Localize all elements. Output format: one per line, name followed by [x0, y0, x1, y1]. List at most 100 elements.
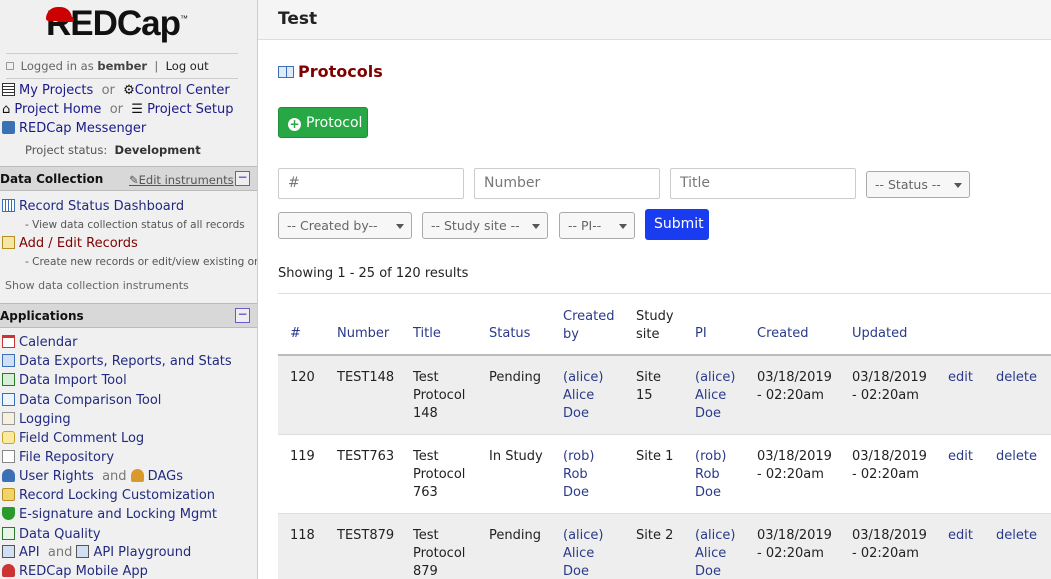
sidebar-item-add-edit-records[interactable]: Add / Edit Records — [2, 236, 138, 251]
cell-line: (alice) — [563, 370, 604, 385]
cell-num: 119 — [290, 449, 315, 464]
col-num[interactable]: # — [290, 326, 301, 341]
cell-line: Rob — [563, 467, 588, 482]
nav-row-1: My Projects or ⚙Control Center — [2, 83, 230, 98]
cell-updated: 03/18/2019 - 02:20am — [852, 527, 927, 563]
created-by-select[interactable]: -- Created by-- — [278, 212, 412, 239]
cell-delete-link[interactable]: delete — [996, 448, 1037, 466]
data-collection-header: Data Collection ✎Edit instruments − — [0, 166, 257, 191]
api-link[interactable]: API — [19, 545, 40, 560]
sidebar-item-data-exports[interactable]: Data Exports, Reports, and Stats — [2, 354, 232, 369]
submit-button[interactable]: Submit — [645, 209, 709, 240]
col-title[interactable]: Title — [413, 326, 441, 341]
messenger-link[interactable]: REDCap Messenger — [19, 121, 146, 136]
filter-number-input[interactable]: Number — [474, 168, 660, 199]
filter-num-input[interactable]: # — [278, 168, 464, 199]
sidebar-item-file-repository[interactable]: File Repository — [2, 450, 114, 465]
page-title: Protocols — [278, 62, 383, 81]
show-instruments-link[interactable]: Show data collection instruments — [5, 279, 189, 292]
cell-line: 03/18/2019 — [852, 528, 927, 543]
project-setup-link[interactable]: Project Setup — [147, 102, 233, 117]
grid-icon — [2, 199, 15, 212]
sidebar-item-api: API and API Playground — [2, 545, 191, 560]
sidebar-item-data-import[interactable]: Data Import Tool — [2, 373, 127, 388]
col-status[interactable]: Status — [489, 326, 530, 341]
import-icon — [2, 373, 15, 386]
my-projects-link[interactable]: My Projects — [19, 83, 93, 98]
cell-delete-link[interactable]: delete — [996, 527, 1037, 545]
gear-icon: ⚙ — [123, 83, 135, 98]
cell-number: TEST148 — [337, 370, 395, 385]
api-playground-link[interactable]: API Playground — [93, 545, 191, 560]
checklist-icon — [2, 527, 15, 540]
cell-line: Alice — [695, 388, 727, 403]
sidebar-item-logging[interactable]: Logging — [2, 412, 71, 427]
cell-line: Protocol — [413, 467, 466, 482]
sidebar-item-esignature[interactable]: E-signature and Locking Mgmt — [2, 507, 217, 522]
pi-select[interactable]: -- PI-- — [559, 212, 635, 239]
filter-title-input[interactable]: Title — [670, 168, 856, 199]
collapse-data-collection-button[interactable]: − — [235, 171, 250, 186]
cell-pi[interactable]: (rob) Rob Doe — [695, 448, 726, 502]
cell-number: TEST763 — [337, 449, 395, 464]
cell-num: 120 — [290, 370, 315, 385]
cell-title: Test Protocol 148 — [413, 369, 465, 423]
cell-created: 03/18/2019 - 02:20am — [757, 448, 832, 484]
cell-pi[interactable]: (alice) Alice Doe — [695, 369, 735, 423]
cell-created-by[interactable]: (rob) Rob Doe — [563, 448, 594, 502]
collapse-applications-button[interactable]: − — [235, 308, 250, 323]
sidebar-item-field-comment-log[interactable]: Field Comment Log — [2, 431, 144, 446]
cell-created-by[interactable]: (alice) Alice Doe — [563, 527, 603, 579]
edit-instruments-link[interactable]: ✎Edit instruments — [129, 173, 234, 187]
dags-link[interactable]: DAGs — [148, 469, 183, 484]
sidebar-item-user-rights: User Rights and DAGs — [2, 469, 183, 484]
cell-status: Pending — [489, 528, 541, 543]
cell-created-by[interactable]: (alice) Alice Doe — [563, 369, 603, 423]
col-pi[interactable]: PI — [695, 326, 707, 341]
cell-updated: 03/18/2019 - 02:20am — [852, 448, 927, 484]
chevron-down-icon — [396, 224, 404, 229]
cell-status: In Study — [489, 449, 543, 464]
col-created[interactable]: Created — [757, 326, 808, 341]
table-row: 119 TEST763 Test Protocol 763 In Study (rob) Ro… — [278, 435, 1051, 514]
cell-line: Alice — [563, 388, 595, 403]
add-protocol-button[interactable]: + Protocol — [278, 107, 368, 138]
control-center-link[interactable]: Control Center — [135, 83, 230, 98]
sidebar-item-data-comparison[interactable]: Data Comparison Tool — [2, 393, 161, 408]
project-home-link[interactable]: Project Home — [14, 102, 101, 117]
status-select[interactable]: -- Status -- — [866, 171, 970, 198]
col-number[interactable]: Number — [337, 326, 389, 341]
col-created-by[interactable]: Created by — [563, 308, 614, 344]
col-updated[interactable]: Updated — [852, 326, 907, 341]
sidebar-item-calendar[interactable]: Calendar — [2, 335, 77, 350]
cell-line: Test — [413, 449, 439, 464]
cell-number: TEST879 — [337, 528, 395, 543]
user-rights-link[interactable]: User Rights — [19, 469, 94, 484]
cell-line: - 02:20am — [852, 467, 919, 482]
cell-delete-link[interactable]: delete — [996, 369, 1037, 387]
cell-edit-link[interactable]: edit — [948, 448, 973, 466]
sidebar-item-mobile-app[interactable]: REDCap Mobile App — [2, 564, 148, 579]
cell-line: Doe — [695, 485, 721, 500]
logout-link[interactable]: Log out — [166, 59, 209, 73]
computer-icon — [2, 545, 15, 558]
cell-line: Site — [636, 370, 661, 385]
mobile-app-icon — [2, 564, 15, 577]
cell-edit-link[interactable]: edit — [948, 527, 973, 545]
cell-line: Doe — [563, 485, 589, 500]
cell-pi[interactable]: (alice) Alice Doe — [695, 527, 735, 579]
results-count: Showing 1 - 25 of 120 results — [278, 266, 469, 281]
sidebar-item-data-quality[interactable]: Data Quality — [2, 527, 101, 542]
sidebar-item-record-locking[interactable]: Record Locking Customization — [2, 488, 215, 503]
cell-edit-link[interactable]: edit — [948, 369, 973, 387]
redcap-logo[interactable]: REDCap ™ — [46, 4, 188, 44]
study-site-select[interactable]: -- Study site -- — [422, 212, 548, 239]
plus-circle-icon: + — [288, 117, 301, 131]
edit-document-icon — [2, 236, 15, 249]
cell-line: 148 — [413, 406, 438, 421]
export-icon — [2, 354, 15, 367]
nav-row-3: REDCap Messenger — [2, 121, 146, 136]
sidebar: REDCap ™ Logged in as bember | Log out My… — [0, 0, 258, 579]
sidebar-item-record-status[interactable]: Record Status Dashboard — [2, 199, 184, 214]
table-row: 120 TEST148 Test Protocol 148 Pending (alice) A… — [278, 356, 1051, 435]
